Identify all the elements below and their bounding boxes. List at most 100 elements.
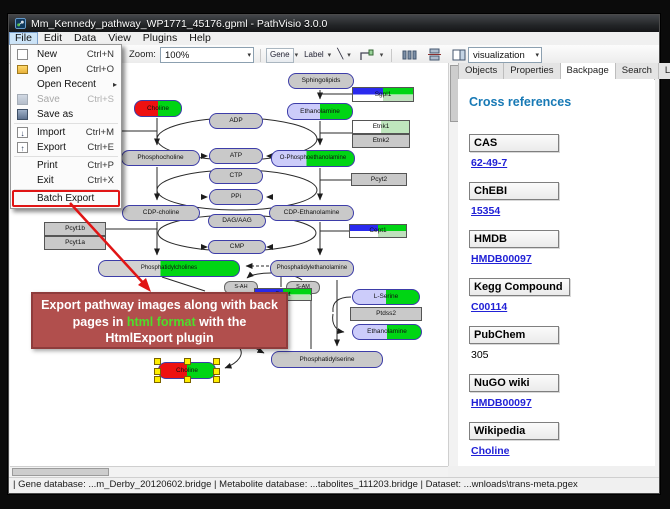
file-menu-item-import[interactable]: ↓ImportCtrl+M (11, 125, 121, 140)
visualization-value: visualization (473, 49, 525, 62)
stack-vertical-icon[interactable] (427, 48, 442, 62)
zoom-combobox[interactable]: 100% ▾ (160, 47, 254, 63)
selection-handle[interactable] (154, 376, 161, 383)
crossref-link[interactable]: 15354 (471, 205, 500, 217)
visualization-combobox[interactable]: visualization ▾ (468, 47, 542, 63)
crossref-value: 305 (471, 349, 654, 361)
connector-tool-button[interactable] (359, 49, 374, 62)
crossref-database-name: Wikipedia (469, 422, 559, 440)
file-menu-item-label: Save as (37, 109, 73, 120)
node-phosphatidylethanolamine[interactable]: Phosphatidylethanolamine (270, 260, 354, 277)
open-folder-icon (17, 65, 28, 74)
side-panel-icon[interactable] (452, 48, 466, 62)
selection-handle[interactable] (184, 358, 191, 365)
crossref-link[interactable]: Choline (471, 445, 510, 457)
node-cdp-ethanolamine[interactable]: CDP-Ethanolamine (269, 205, 354, 221)
tab-legend[interactable]: Legend (659, 63, 670, 79)
node-sgpl1[interactable]: Sgpl1 (352, 87, 414, 102)
node-ptdss2[interactable]: Ptdss2 (350, 307, 422, 321)
chevron-down-icon[interactable]: ▾ (328, 51, 332, 59)
window-title: Mm_Kennedy_pathway_WP1771_45176.gpml - P… (31, 18, 327, 30)
selection-handle[interactable] (154, 368, 161, 375)
node-atp[interactable]: ATP (209, 148, 263, 164)
crossref-link[interactable]: C00114 (471, 301, 507, 313)
file-menu-item-save-as[interactable]: Save as (11, 107, 121, 122)
file-menu-item-open-recent[interactable]: Open Recent▸ (11, 77, 121, 92)
distribute-horizontal-icon[interactable] (402, 48, 417, 62)
file-menu-item-new[interactable]: NewCtrl+N (11, 47, 121, 62)
crossref-link[interactable]: HMDB00097 (471, 253, 532, 265)
chevron-down-icon[interactable]: ▾ (295, 51, 299, 59)
node-phosphocholine[interactable]: Phosphocholine (121, 150, 200, 166)
zoom-label: Zoom: (129, 46, 156, 62)
menubar-item-plugins[interactable]: Plugins (137, 32, 183, 45)
file-menu-item-label: Export (37, 142, 66, 153)
node-ethanolamine-bottom[interactable]: Ethanolamine (352, 324, 422, 340)
file-menu-item-print[interactable]: PrintCtrl+P (11, 158, 121, 173)
callout-highlight: html format (127, 315, 196, 329)
chevron-down-icon[interactable]: ▾ (347, 51, 351, 59)
node-sphingolipids[interactable]: Sphingolipids (288, 73, 354, 89)
crossref-section: HMDBHMDB00097 (469, 229, 654, 265)
node-etnk1[interactable]: Etnk1 (352, 120, 410, 134)
file-menu-item-label: Exit (37, 175, 54, 186)
selection-handle[interactable] (154, 358, 161, 365)
menu-separator (14, 156, 118, 157)
node-etnk2[interactable]: Etnk2 (352, 134, 410, 148)
add-gene-button[interactable]: Gene (266, 48, 294, 63)
file-menu-item-export[interactable]: ↑ Export Ctrl+E (11, 140, 121, 155)
selection-handle[interactable] (213, 368, 220, 375)
line-tool-button[interactable]: ╲ (334, 49, 346, 62)
node-adp[interactable]: ADP (209, 113, 263, 129)
node-phosphatidylserine[interactable]: Phosphatidylserine (271, 351, 383, 368)
file-menu-item-save[interactable]: SaveCtrl+S (11, 92, 121, 107)
add-label-button[interactable]: Label (301, 49, 327, 62)
node-choline-top[interactable]: Choline (134, 100, 182, 117)
batch-export-highlight-box (12, 190, 120, 207)
title-bar: Mm_Kennedy_pathway_WP1771_45176.gpml - P… (9, 15, 659, 32)
node-ethanolamine-top[interactable]: Ethanolamine (287, 103, 353, 120)
menu-separator (14, 123, 118, 124)
node-pcyt1a[interactable]: Pcyt1a (44, 236, 106, 250)
node-pcyt2[interactable]: Pcyt2 (351, 173, 407, 186)
selection-handle[interactable] (213, 358, 220, 365)
tab-backpage[interactable]: Backpage (561, 63, 616, 80)
file-menu-item-open[interactable]: Open Ctrl+O (11, 62, 121, 77)
chevron-down-icon[interactable]: ▾ (380, 51, 384, 59)
export-icon: ↑ (17, 142, 28, 153)
node-cmp[interactable]: CMP (208, 240, 266, 254)
crossref-link[interactable]: HMDB00097 (471, 397, 532, 409)
callout-line3: HtmlExport plugin (33, 330, 286, 347)
file-menu-item-batch-export[interactable]: Batch Export (11, 191, 121, 206)
file-menu-item-label: Import (37, 127, 65, 138)
node-pcyt1b[interactable]: Pcyt1b (44, 222, 106, 236)
tab-properties[interactable]: Properties (504, 63, 560, 79)
crossref-database-name: PubChem (469, 326, 559, 344)
status-text: | Gene database: ...m_Derby_20120602.bri… (13, 479, 578, 490)
file-menu-item-label: Open (37, 64, 61, 75)
menubar-item-help[interactable]: Help (183, 32, 217, 45)
shortcut-label: Ctrl+E (87, 140, 114, 155)
node-dag-aag[interactable]: DAG/AAG (208, 214, 266, 228)
tab-objects[interactable]: Objects (459, 63, 504, 79)
shortcut-label: Ctrl+N (87, 47, 114, 62)
toolbar-separator (391, 49, 392, 62)
canvas-horizontal-scrollbar[interactable] (10, 466, 448, 477)
node-phosphatidylcholines[interactable]: Phosphatidylcholines (98, 260, 240, 277)
node-o-phosphoethanolamine[interactable]: O-Phosphoethanolamine (271, 150, 355, 167)
node-cept1[interactable]: Cept1 (349, 224, 407, 238)
crossref-link[interactable]: 62-49-7 (471, 157, 507, 169)
node-ctp[interactable]: CTP (209, 168, 263, 184)
node-l-serine[interactable]: L-Serine (352, 289, 420, 305)
node-cdp-choline[interactable]: CDP-choline (122, 205, 200, 221)
file-menu-item-exit[interactable]: ExitCtrl+X (11, 173, 121, 188)
selection-handle[interactable] (184, 376, 191, 383)
scrollbar-thumb[interactable] (12, 468, 109, 476)
shortcut-label: Ctrl+O (86, 62, 114, 77)
save-icon (17, 94, 28, 105)
tab-search[interactable]: Search (616, 63, 659, 79)
crossref-section: NuGO wikiHMDB00097 (469, 373, 654, 409)
crossref-section: CAS62-49-7 (469, 133, 654, 169)
selection-handle[interactable] (213, 376, 220, 383)
node-ppi[interactable]: PPi (209, 189, 263, 205)
